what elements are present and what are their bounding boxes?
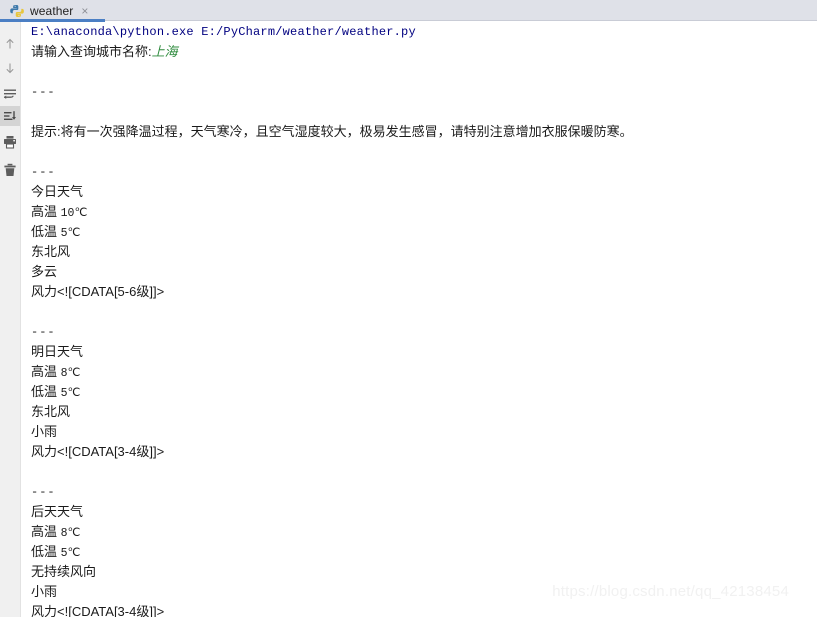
forecast-low-value: 5℃ [60, 547, 81, 560]
forecast-condition: 多云 [31, 264, 58, 279]
forecast-wind-direction: 东北风 [31, 404, 71, 419]
forecast-high-label: 高温 [31, 204, 58, 219]
forecast-low-label: 低温 [31, 384, 58, 399]
forecast-high-value: 8℃ [60, 367, 81, 380]
forecast-high: 高温 8℃ [22, 522, 817, 542]
print-button[interactable] [0, 132, 20, 152]
forecast-title: 明日天气 [31, 344, 84, 359]
arrow-down-icon [6, 63, 14, 74]
forecast-high-label: 高温 [31, 524, 58, 539]
scroll-up-button[interactable] [0, 34, 20, 54]
forecast-wind-direction: 无持续风向 [31, 564, 97, 579]
console-output[interactable]: E:\anaconda\python.exe E:/PyCharm/weathe… [22, 22, 817, 617]
forecast-wind-direction: 东北风 [31, 244, 71, 259]
soft-wrap-icon [4, 89, 16, 99]
forecast-low-label: 低温 [31, 224, 58, 239]
forecast-high-value: 10℃ [60, 207, 88, 220]
forecast-low-value: 5℃ [60, 227, 81, 240]
console-line-tip: 提示:将有一次强降温过程，天气寒冷，且空气湿度较大，极易发生感冒，请特别注意增加… [31, 124, 633, 139]
run-console-window: weather × E:\anaconda\python.exe E:/PyCh… [0, 0, 817, 617]
forecast-high: 高温 10℃ [22, 202, 817, 222]
scroll-to-end-icon [4, 111, 16, 120]
tab-label: weather [30, 3, 74, 18]
console-line-command: E:\anaconda\python.exe E:/PyCharm/weathe… [31, 25, 416, 39]
forecast-low: 低温 5℃ [22, 222, 817, 242]
watermark: https://blog.csdn.net/qq_42138454 [552, 583, 789, 600]
scroll-down-button[interactable] [0, 58, 20, 78]
forecast-low: 低温 5℃ [22, 542, 817, 562]
forecast-high-label: 高温 [31, 364, 58, 379]
forecast-low-label: 低温 [31, 544, 58, 559]
arrow-up-icon [6, 38, 14, 49]
prompt-input-echo: 上海 [151, 44, 178, 59]
printer-icon [4, 136, 16, 149]
scroll-to-end-button[interactable] [0, 106, 20, 126]
console-separator: --- [31, 165, 56, 179]
tab-bar: weather × [0, 0, 817, 22]
forecast-low: 低温 5℃ [22, 382, 817, 402]
console-separator: --- [31, 325, 56, 339]
forecast-high-value: 8℃ [60, 527, 81, 540]
console-toolbar [0, 22, 21, 617]
console-line-prompt: 请输入查询城市名称:上海 [22, 42, 817, 62]
tab-weather[interactable]: weather × [0, 0, 96, 21]
forecast-title: 今日天气 [31, 184, 84, 199]
python-icon [10, 4, 24, 17]
close-icon[interactable]: × [81, 5, 88, 17]
console-separator: --- [31, 85, 56, 99]
trash-icon [4, 163, 16, 176]
forecast-wind-power: 风力<![CDATA[5-6级]]> [31, 284, 165, 299]
forecast-wind-power: 风力<![CDATA[3-4级]]> [31, 444, 165, 459]
forecast-high: 高温 8℃ [22, 362, 817, 382]
clear-all-button[interactable] [0, 160, 20, 180]
forecast-title: 后天天气 [31, 504, 84, 519]
soft-wrap-button[interactable] [0, 84, 20, 104]
forecast-low-value: 5℃ [60, 387, 81, 400]
forecast-wind-power: 风力<![CDATA[3-4级]]> [31, 604, 165, 617]
console-separator: --- [31, 485, 56, 499]
prompt-label: 请输入查询城市名称: [31, 44, 152, 59]
forecast-condition: 小雨 [31, 424, 58, 439]
